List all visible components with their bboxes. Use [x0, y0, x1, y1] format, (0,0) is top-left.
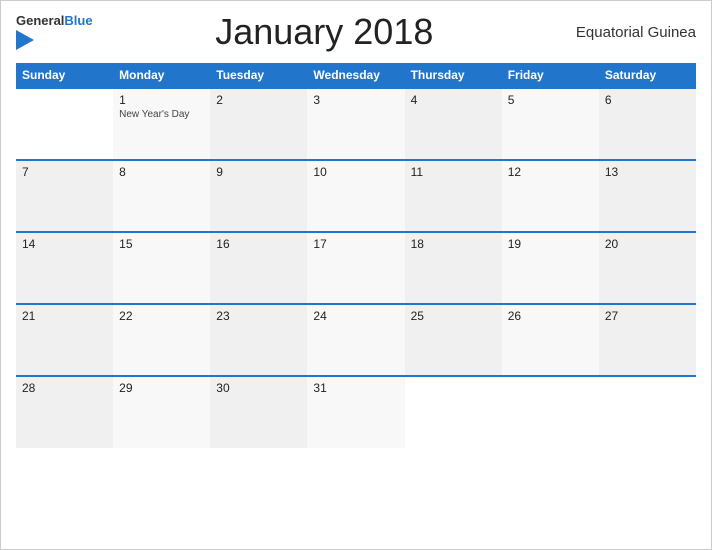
day-cell	[599, 376, 696, 448]
day-number: 30	[216, 381, 301, 395]
day-cell: 4	[405, 88, 502, 160]
day-number: 16	[216, 237, 301, 251]
day-cell: 17	[307, 232, 404, 304]
day-cell: 14	[16, 232, 113, 304]
day-number: 14	[22, 237, 107, 251]
day-cell: 31	[307, 376, 404, 448]
week-row-2: 789 10 11 12 13	[16, 160, 696, 232]
day-cell: 20	[599, 232, 696, 304]
day-number: 5	[508, 93, 593, 107]
day-cell: 13	[599, 160, 696, 232]
day-cell: 1 New Year's Day	[113, 88, 210, 160]
weekday-header-monday: Monday	[113, 63, 210, 88]
day-number: 7	[22, 165, 107, 179]
country-name: Equatorial Guinea	[556, 24, 696, 41]
day-number: 31	[313, 381, 398, 395]
day-cell: 28	[16, 376, 113, 448]
day-number: 20	[605, 237, 690, 251]
day-cell: 16	[210, 232, 307, 304]
day-cell	[16, 88, 113, 160]
week-row-4: 21 22 23 24 25 26 27	[16, 304, 696, 376]
day-number: 11	[411, 165, 496, 179]
day-cell: 24	[307, 304, 404, 376]
day-cell: 12	[502, 160, 599, 232]
day-cell: 29	[113, 376, 210, 448]
day-number: 3	[313, 93, 398, 107]
day-number: 12	[508, 165, 593, 179]
day-number: 23	[216, 309, 301, 323]
day-number: 18	[411, 237, 496, 251]
day-cell	[405, 376, 502, 448]
day-number: 24	[313, 309, 398, 323]
day-cell: 23	[210, 304, 307, 376]
day-cell: 21	[16, 304, 113, 376]
day-number: 10	[313, 165, 398, 179]
calendar-header: GeneralBlue January 2018 Equatorial Guin…	[16, 11, 696, 53]
day-cell	[502, 376, 599, 448]
day-cell: 26	[502, 304, 599, 376]
day-cell: 8	[113, 160, 210, 232]
day-number: 6	[605, 93, 690, 107]
day-cell: 15	[113, 232, 210, 304]
day-number: 9	[216, 165, 301, 179]
calendar-grid: SundayMondayTuesdayWednesdayThursdayFrid…	[16, 63, 696, 448]
weekday-header-thursday: Thursday	[405, 63, 502, 88]
week-row-1: 1 New Year's Day 23456	[16, 88, 696, 160]
day-cell: 11	[405, 160, 502, 232]
day-cell: 7	[16, 160, 113, 232]
day-cell: 22	[113, 304, 210, 376]
logo-flag	[16, 30, 34, 50]
day-cell: 3	[307, 88, 404, 160]
day-cell: 27	[599, 304, 696, 376]
day-number: 15	[119, 237, 204, 251]
day-cell: 6	[599, 88, 696, 160]
weekday-header-wednesday: Wednesday	[307, 63, 404, 88]
day-number: 27	[605, 309, 690, 323]
day-number: 29	[119, 381, 204, 395]
day-number: 2	[216, 93, 301, 107]
week-row-5: 28 29 30 31	[16, 376, 696, 448]
day-number: 26	[508, 309, 593, 323]
day-cell: 10	[307, 160, 404, 232]
logo-blue: Blue	[64, 13, 92, 28]
day-cell: 18	[405, 232, 502, 304]
day-cell: 9	[210, 160, 307, 232]
day-number: 8	[119, 165, 204, 179]
day-number: 13	[605, 165, 690, 179]
day-number: 21	[22, 309, 107, 323]
weekday-header-friday: Friday	[502, 63, 599, 88]
day-number: 19	[508, 237, 593, 251]
logo-general: General	[16, 13, 64, 28]
logo-text: GeneralBlue	[16, 14, 93, 28]
day-cell: 19	[502, 232, 599, 304]
day-number: 22	[119, 309, 204, 323]
day-number: 25	[411, 309, 496, 323]
day-cell: 25	[405, 304, 502, 376]
weekday-header-sunday: Sunday	[16, 63, 113, 88]
weekday-header-row: SundayMondayTuesdayWednesdayThursdayFrid…	[16, 63, 696, 88]
holiday-name: New Year's Day	[119, 109, 204, 120]
calendar-container: GeneralBlue January 2018 Equatorial Guin…	[0, 0, 712, 550]
day-number: 4	[411, 93, 496, 107]
weekday-header-tuesday: Tuesday	[210, 63, 307, 88]
day-cell: 2	[210, 88, 307, 160]
logo-area: GeneralBlue	[16, 14, 93, 50]
calendar-title: January 2018	[93, 11, 556, 53]
day-number: 1	[119, 93, 204, 107]
day-cell: 5	[502, 88, 599, 160]
flag-triangle-icon	[16, 30, 34, 50]
day-number: 17	[313, 237, 398, 251]
week-row-3: 14 15 16 17 18 19 20	[16, 232, 696, 304]
day-number: 28	[22, 381, 107, 395]
day-cell: 30	[210, 376, 307, 448]
weekday-header-saturday: Saturday	[599, 63, 696, 88]
